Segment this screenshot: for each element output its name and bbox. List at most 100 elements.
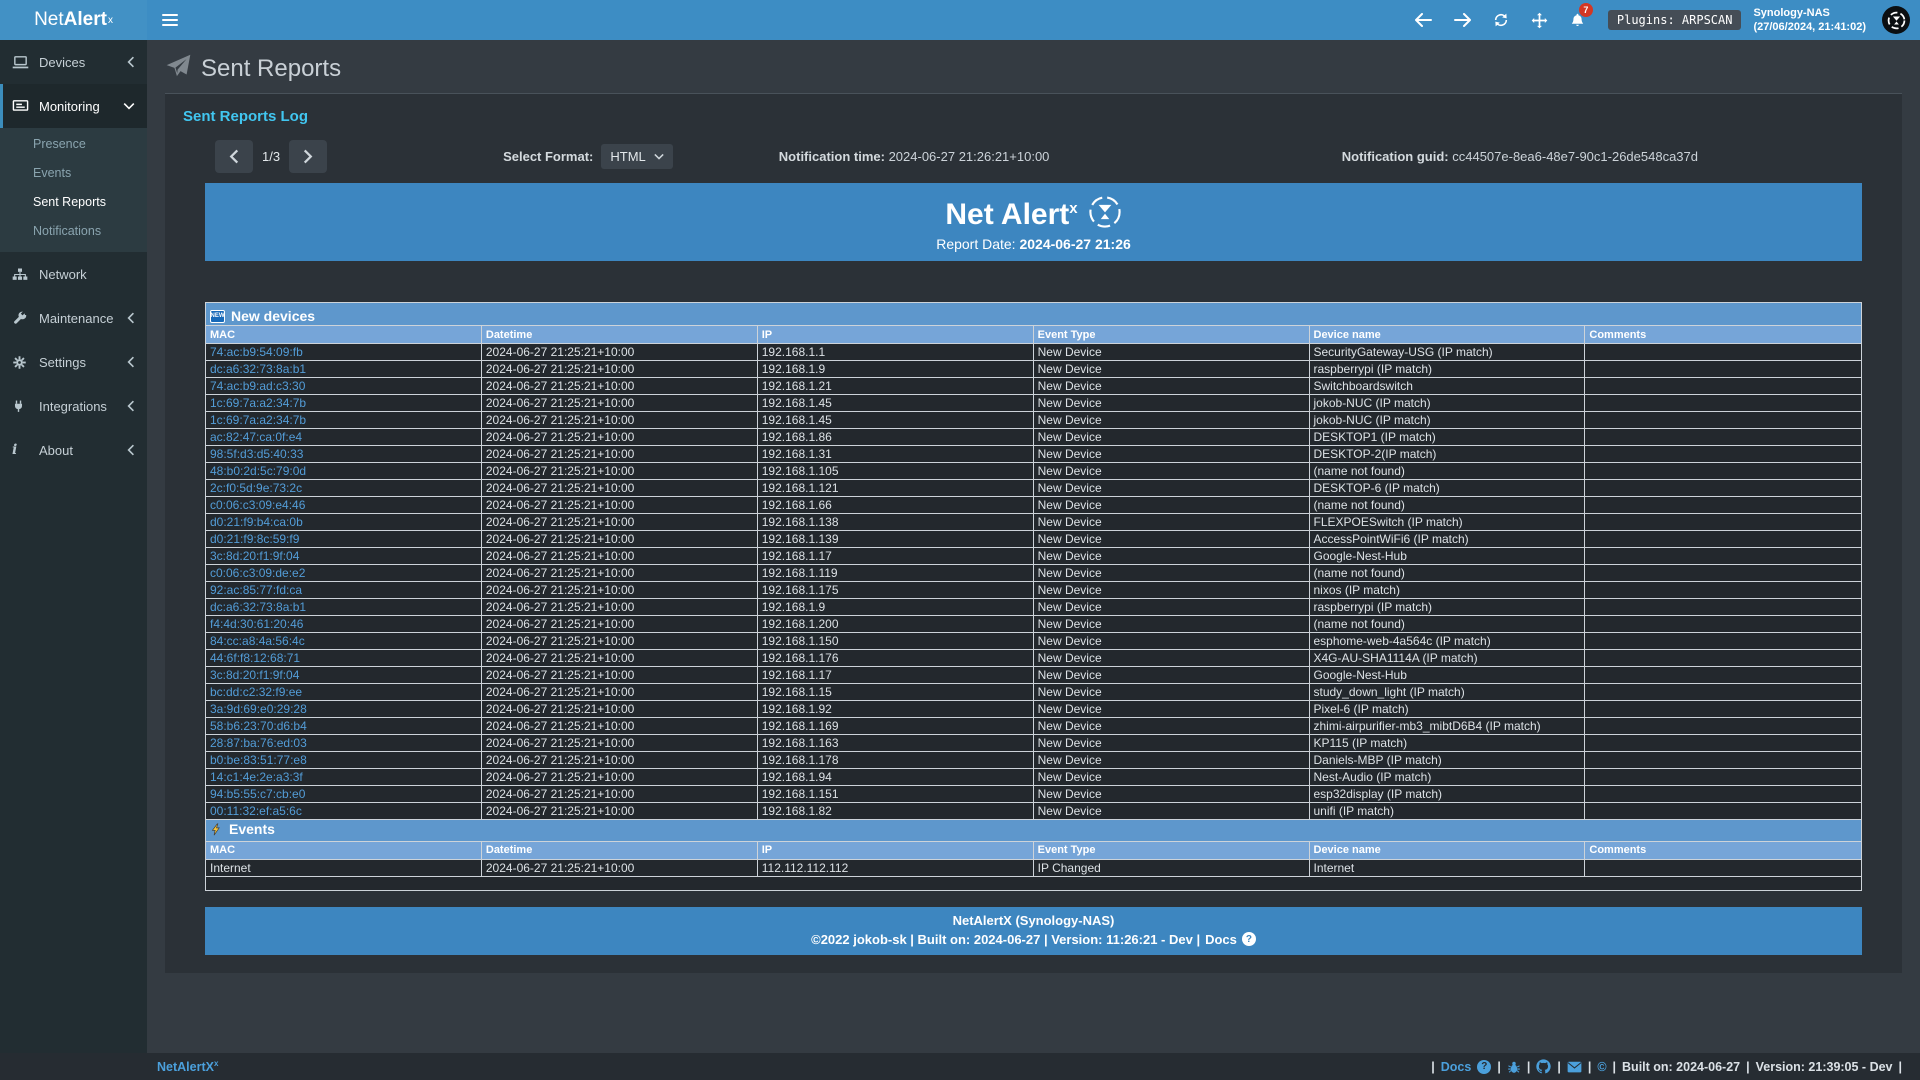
report-toolbar: 1/3 Select Format: HTML Notification tim…: [165, 140, 1902, 173]
comments-cell: [1585, 480, 1862, 497]
mac-cell[interactable]: ac:82:47:ca:0f:e4: [206, 429, 482, 446]
notifications-bell-icon[interactable]: 7: [1559, 0, 1596, 40]
datetime-cell: 2024-06-27 21:25:21+10:00: [481, 582, 757, 599]
sidebar-item-network[interactable]: Network: [0, 252, 147, 296]
device-name-cell: Internet: [1309, 859, 1585, 876]
datetime-cell: 2024-06-27 21:25:21+10:00: [481, 344, 757, 361]
table-row: d0:21:f9:b4:ca:0b2024-06-27 21:25:21+10:…: [206, 514, 1862, 531]
mac-cell[interactable]: bc:dd:c2:32:f9:ee: [206, 684, 482, 701]
report-date: Report Date: 2024-06-27 21:26: [205, 236, 1862, 252]
mac-cell[interactable]: 74:ac:b9:54:09:fb: [206, 344, 482, 361]
avatar[interactable]: [1882, 6, 1910, 34]
datetime-cell: 2024-06-27 21:25:21+10:00: [481, 650, 757, 667]
mac-cell[interactable]: 3c:8d:20:f1:9f:04: [206, 667, 482, 684]
mac-cell[interactable]: c0:06:c3:09:de:e2: [206, 565, 482, 582]
device-name-cell: esp32display (IP match): [1309, 786, 1585, 803]
datetime-cell: 2024-06-27 21:25:21+10:00: [481, 429, 757, 446]
datetime-cell: 2024-06-27 21:25:21+10:00: [481, 463, 757, 480]
mac-cell[interactable]: 98:5f:d3:d5:40:33: [206, 446, 482, 463]
github-icon[interactable]: [1536, 1059, 1551, 1074]
sidebar-item-settings[interactable]: Settings: [0, 340, 147, 384]
brand-logo[interactable]: NetAlertx: [0, 0, 147, 40]
next-page-button[interactable]: [289, 140, 327, 173]
bug-report-icon[interactable]: [1507, 1060, 1521, 1074]
page-footer: NetAlertXx | Docs ? | | | | © | Built on…: [0, 1053, 1920, 1080]
new-devices-section-header: NEWNew devices: [206, 303, 1862, 326]
footer-brand-link[interactable]: NetAlertXx: [157, 1059, 218, 1074]
gear-icon: [12, 355, 32, 370]
back-arrow-icon[interactable]: [1404, 0, 1443, 40]
sidebar-item-label: Settings: [39, 355, 86, 370]
mac-cell[interactable]: d0:21:f9:8c:59:f9: [206, 531, 482, 548]
mac-cell[interactable]: dc:a6:32:73:8a:b1: [206, 599, 482, 616]
mac-cell[interactable]: d0:21:f9:b4:ca:0b: [206, 514, 482, 531]
mac-cell[interactable]: 92:ac:85:77:fd:ca: [206, 582, 482, 599]
sidebar-item-integrations[interactable]: Integrations: [0, 384, 147, 428]
ip-cell: 192.168.1.21: [757, 378, 1033, 395]
sidebar-item-notifications[interactable]: Notifications: [0, 217, 147, 246]
event-type-cell: New Device: [1033, 803, 1309, 820]
mac-cell[interactable]: 84:cc:a8:4a:56:4c: [206, 633, 482, 650]
move-icon[interactable]: [1520, 0, 1559, 40]
previous-page-button[interactable]: [215, 140, 253, 173]
mac-cell[interactable]: 58:b6:23:70:d6:b4: [206, 718, 482, 735]
email-icon[interactable]: [1567, 1061, 1582, 1073]
mac-cell[interactable]: 1c:69:7a:a2:34:7b: [206, 412, 482, 429]
forward-arrow-icon[interactable]: [1443, 0, 1482, 40]
table-row: 00:11:32:ef:a5:6c2024-06-27 21:25:21+10:…: [206, 803, 1862, 820]
mac-cell[interactable]: 94:b5:55:c7:cb:e0: [206, 786, 482, 803]
mac-cell[interactable]: dc:a6:32:73:8a:b1: [206, 361, 482, 378]
mac-cell[interactable]: 1c:69:7a:a2:34:7b: [206, 395, 482, 412]
footer-built-on: Built on: 2024-06-27: [1622, 1060, 1740, 1074]
column-header-device-name: Device name: [1309, 841, 1585, 859]
datetime-cell: 2024-06-27 21:25:21+10:00: [481, 684, 757, 701]
mac-cell[interactable]: c0:06:c3:09:e4:46: [206, 497, 482, 514]
device-name-cell: DESKTOP-6 (IP match): [1309, 480, 1585, 497]
sidebar-item-sent-reports[interactable]: Sent Reports: [0, 188, 147, 217]
docs-link[interactable]: Docs: [1441, 1060, 1472, 1074]
device-name-cell: Nest-Audio (IP match): [1309, 769, 1585, 786]
sidebar-item-events[interactable]: Events: [0, 159, 147, 188]
copyright-icon[interactable]: ©: [1597, 1060, 1606, 1074]
mac-cell[interactable]: f4:4d:30:61:20:46: [206, 616, 482, 633]
event-type-cell: New Device: [1033, 412, 1309, 429]
mac-cell[interactable]: 14:c1:4e:2e:a3:3f: [206, 769, 482, 786]
ip-cell: 192.168.1.163: [757, 735, 1033, 752]
device-name-cell: X4G-AU-SHA1114A (IP match): [1309, 650, 1585, 667]
device-name-cell: FLEXPOESwitch (IP match): [1309, 514, 1585, 531]
mac-cell[interactable]: 3a:9d:69:e0:29:28: [206, 701, 482, 718]
refresh-icon[interactable]: [1482, 0, 1520, 40]
datetime-cell: 2024-06-27 21:25:21+10:00: [481, 701, 757, 718]
device-name-cell: KP115 (IP match): [1309, 735, 1585, 752]
mac-cell[interactable]: 00:11:32:ef:a5:6c: [206, 803, 482, 820]
sidebar-toggle-button[interactable]: [147, 0, 193, 40]
question-circle-icon[interactable]: ?: [1477, 1060, 1491, 1074]
datetime-cell: 2024-06-27 21:25:21+10:00: [481, 786, 757, 803]
mac-cell[interactable]: 44:6f:f8:12:68:71: [206, 650, 482, 667]
mac-cell[interactable]: 2c:f0:5d:9e:73:2c: [206, 480, 482, 497]
sent-reports-log-link[interactable]: Sent Reports Log: [183, 108, 308, 125]
comments-cell: [1585, 395, 1862, 412]
sidebar-item-devices[interactable]: Devices: [0, 40, 147, 84]
mac-cell[interactable]: 48:b0:2d:5c:79:0d: [206, 463, 482, 480]
format-select[interactable]: HTML: [601, 144, 672, 169]
mac-cell[interactable]: 3c:8d:20:f1:9f:04: [206, 548, 482, 565]
mac-cell[interactable]: 28:87:ba:76:ed:03: [206, 735, 482, 752]
event-type-cell: New Device: [1033, 616, 1309, 633]
comments-cell: [1585, 497, 1862, 514]
mac-cell[interactable]: 74:ac:b9:ad:c3:30: [206, 378, 482, 395]
sidebar-item-presence[interactable]: Presence: [0, 130, 147, 159]
sidebar-item-about[interactable]: i About: [0, 428, 147, 472]
info-icon: i: [12, 442, 32, 458]
event-type-cell: New Device: [1033, 684, 1309, 701]
report-spacer: [205, 261, 1862, 302]
plugins-badge[interactable]: Plugins: ARPSCAN: [1608, 10, 1742, 30]
mac-cell[interactable]: b0:be:83:51:77:e8: [206, 752, 482, 769]
sidebar-item-monitoring[interactable]: Monitoring: [0, 84, 147, 128]
report-docs-link[interactable]: Docs: [1205, 932, 1237, 947]
sidebar-item-maintenance[interactable]: Maintenance: [0, 296, 147, 340]
report-title: Net Alertx: [205, 193, 1862, 231]
comments-cell: [1585, 684, 1862, 701]
table-row: 14:c1:4e:2e:a3:3f2024-06-27 21:25:21+10:…: [206, 769, 1862, 786]
question-circle-icon[interactable]: ?: [1242, 932, 1256, 946]
